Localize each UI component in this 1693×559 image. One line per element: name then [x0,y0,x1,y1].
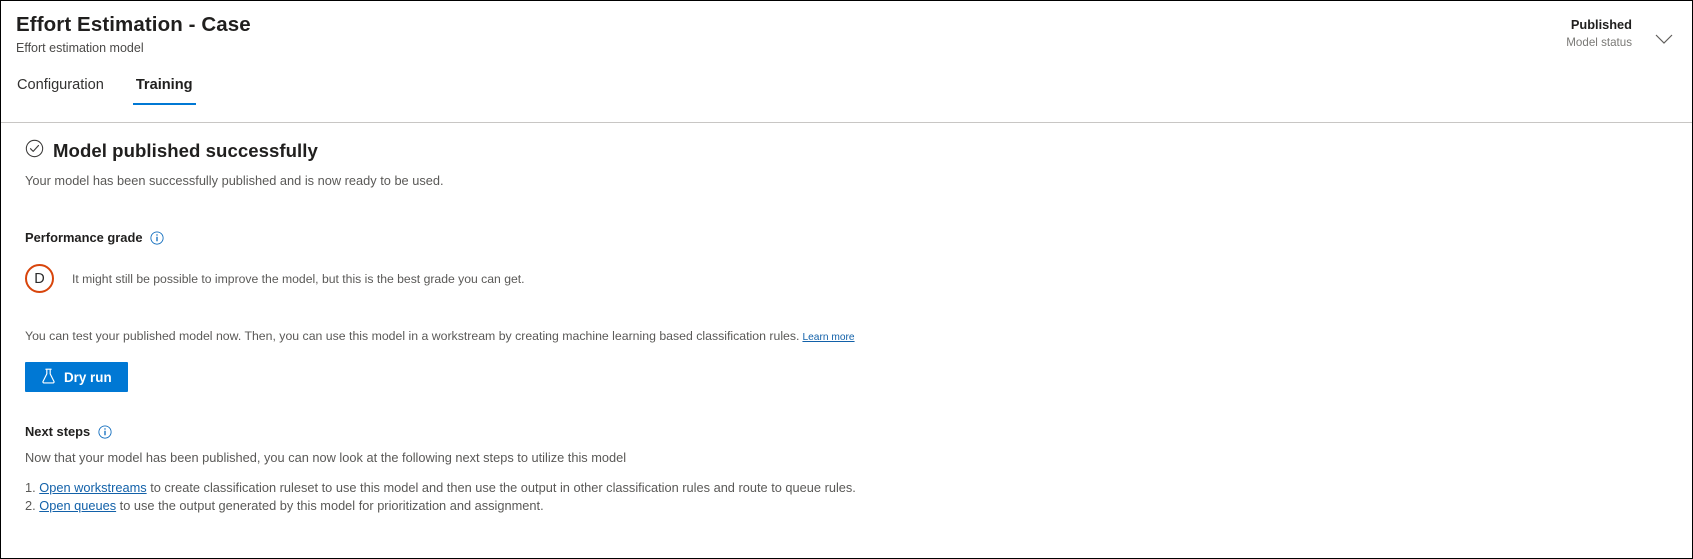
info-icon[interactable] [150,231,165,246]
page-body: Model published successfully Your model … [1,139,1692,515]
page-title: Effort Estimation - Case [16,13,251,36]
model-status-block: Published Model status [1566,16,1632,51]
performance-grade-heading: Performance grade [25,229,1692,247]
chevron-down-icon[interactable] [1650,25,1678,53]
dry-run-button-label: Dry run [64,369,112,385]
performance-grade-label: Performance grade [25,230,143,245]
model-training-page: Effort Estimation - Case Effort estimati… [0,0,1693,559]
grade-description: It might still be possible to improve th… [72,271,525,286]
dry-run-button[interactable]: Dry run [25,362,128,392]
next-steps-list: Open workstreams to create classificatio… [1,479,1692,515]
test-model-text: You can test your published model now. T… [25,329,800,343]
step-text: to create classification ruleset to use … [146,480,856,495]
list-item: Open queues to use the output generated … [25,497,1692,515]
learn-more-link[interactable]: Learn more [802,332,854,343]
model-status-value: Published [1570,17,1632,32]
model-status-label: Model status [1566,36,1632,49]
tab-list: Configuration Training [14,73,196,105]
success-title: Model published successfully [53,140,318,161]
success-banner: Model published successfully [25,139,1692,163]
open-queues-link[interactable]: Open queues [39,498,116,513]
info-icon[interactable] [97,425,112,440]
tab-configuration-label: Configuration [17,77,104,93]
grade-badge: D [25,264,54,293]
next-steps-description: Now that your model has been published, … [25,450,627,465]
tab-training[interactable]: Training [132,73,196,105]
page-header: Effort Estimation - Case Effort estimati… [1,1,1692,123]
title-block: Effort Estimation - Case Effort estimati… [16,12,251,57]
next-steps-label: Next steps [25,424,91,439]
beaker-icon [41,368,56,387]
performance-grade-row: D It might still be possible to improve … [25,264,1692,293]
list-item: Open workstreams to create classificatio… [25,479,1692,497]
success-description: Your model has been successfully publish… [25,173,444,188]
check-circle-icon [25,139,44,163]
step-text: to use the output generated by this mode… [116,498,544,513]
next-steps-heading: Next steps [25,423,1692,441]
open-workstreams-link[interactable]: Open workstreams [39,480,146,495]
tab-configuration[interactable]: Configuration [14,73,107,105]
page-subtitle: Effort estimation model [16,41,144,55]
test-model-text-row: You can test your published model now. T… [25,327,1692,347]
tab-training-label: Training [135,77,193,93]
